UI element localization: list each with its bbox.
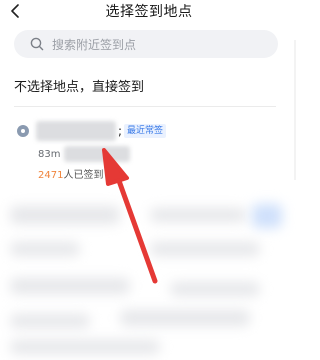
- checkin-suffix: 人已签到: [63, 170, 104, 181]
- checkin-count: 2471人已签到: [38, 166, 103, 181]
- location-address-blurred: [64, 146, 130, 162]
- location-name-blurred: [36, 121, 116, 141]
- location-separator: ;: [118, 124, 123, 138]
- no-location-option[interactable]: 不选择地点，直接签到: [14, 76, 144, 95]
- checkin-number: 2471: [38, 170, 64, 181]
- frequent-tag: 最近常签: [124, 124, 167, 138]
- search-input[interactable]: 搜索附近签到点: [14, 30, 278, 58]
- search-icon: [30, 37, 44, 51]
- scrollbar[interactable]: [294, 40, 296, 180]
- divider: [14, 106, 276, 107]
- header: 选择签到地点: [0, 0, 298, 26]
- search-placeholder: 搜索附近签到点: [52, 38, 137, 52]
- blurred-location-list: [0, 198, 298, 360]
- page-title: 选择签到地点: [105, 4, 193, 20]
- location-pin-icon: [17, 125, 29, 137]
- location-distance: 83m: [38, 149, 61, 160]
